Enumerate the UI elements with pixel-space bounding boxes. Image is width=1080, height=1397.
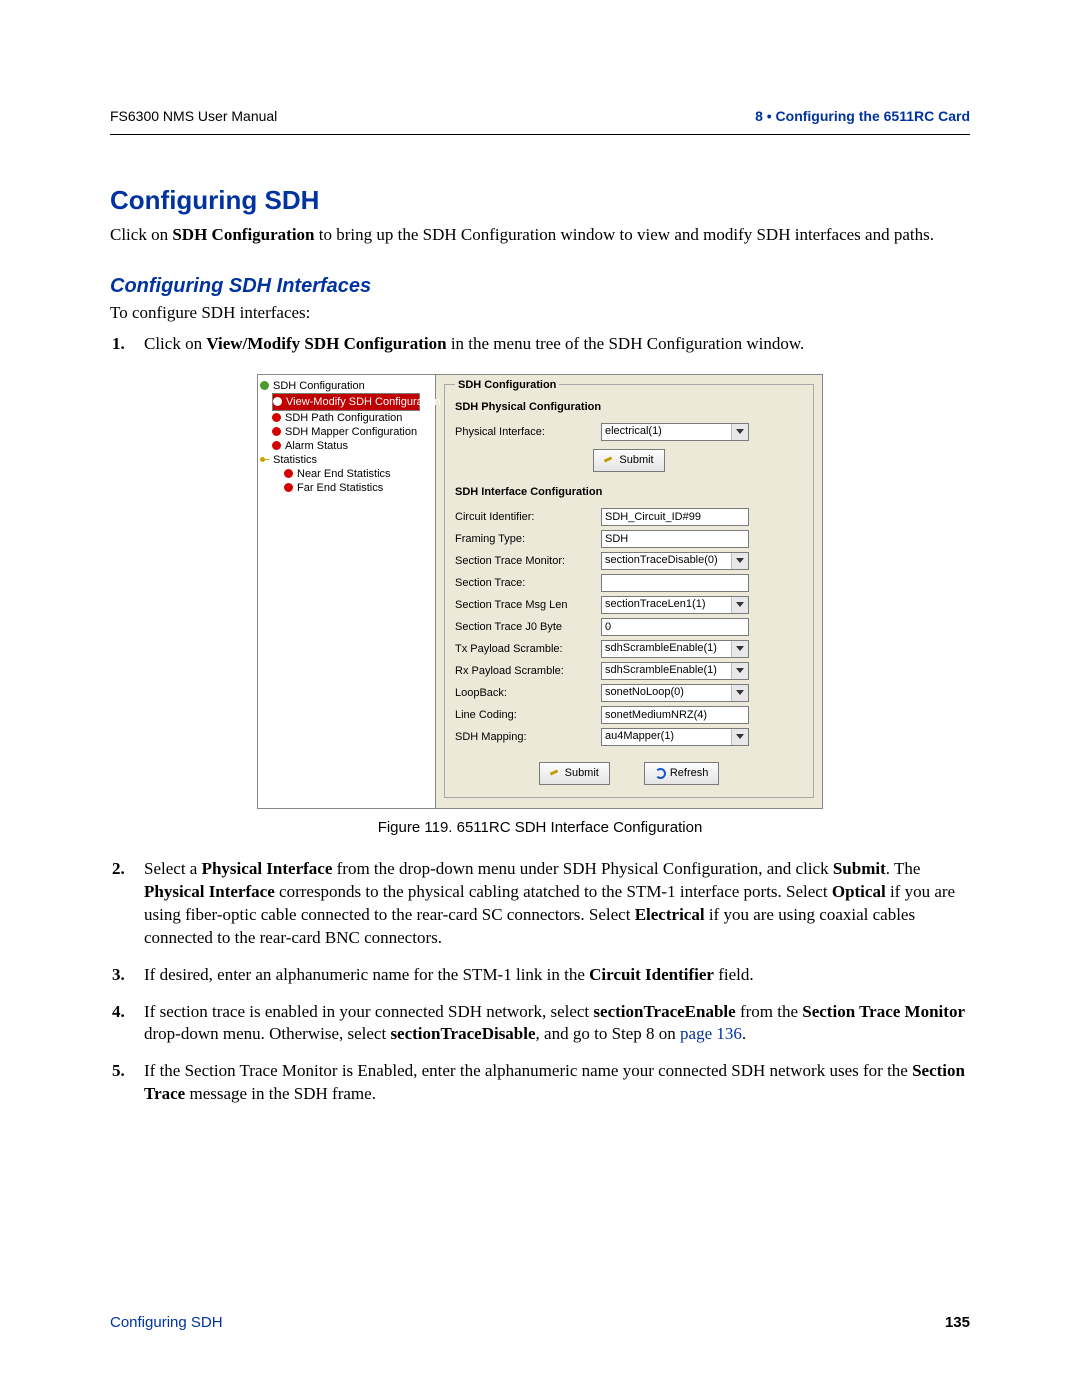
- section-trace-j0-label: Section Trace J0 Byte: [455, 621, 601, 633]
- sdh-config-screenshot: SDH Configuration View-Modify SDH Config…: [257, 374, 823, 809]
- section-trace-label: Section Trace:: [455, 577, 601, 589]
- section-intro: To configure SDH interfaces:: [110, 302, 970, 325]
- section-trace-msg-len-select[interactable]: sectionTraceLen1(1): [601, 596, 749, 614]
- tree-sdh-path[interactable]: SDH Path Configuration: [272, 411, 433, 425]
- phys-interface-label: Physical Interface:: [455, 426, 601, 438]
- tree-alarm-status[interactable]: Alarm Status: [272, 439, 433, 453]
- footer-page-number: 135: [945, 1314, 970, 1331]
- header-rule: [110, 134, 970, 135]
- sdh-mapping-select[interactable]: au4Mapper(1): [601, 728, 749, 746]
- section-trace-monitor-select[interactable]: sectionTraceDisable(0): [601, 552, 749, 570]
- tx-scramble-label: Tx Payload Scramble:: [455, 643, 601, 655]
- loopback-select[interactable]: sonetNoLoop(0): [601, 684, 749, 702]
- dot-icon: [284, 469, 293, 478]
- sdh-mapping-label: SDH Mapping:: [455, 731, 601, 743]
- chevron-down-icon: [731, 641, 748, 657]
- tree-far-end-stats[interactable]: Far End Statistics: [284, 481, 433, 495]
- phys-interface-select[interactable]: electrical(1): [601, 423, 749, 441]
- chevron-down-icon: [731, 424, 748, 440]
- ifc-config-title: SDH Interface Configuration: [455, 486, 803, 498]
- refresh-icon: [655, 768, 666, 779]
- chevron-down-icon: [731, 553, 748, 569]
- chevron-down-icon: [731, 729, 748, 745]
- phys-config-title: SDH Physical Configuration: [455, 401, 803, 413]
- line-coding-label: Line Coding:: [455, 709, 601, 721]
- step-2: 2. Select a Physical Interface from the …: [110, 858, 970, 950]
- line-coding-input[interactable]: [601, 706, 749, 724]
- tree-root[interactable]: SDH Configuration: [260, 379, 433, 393]
- chevron-down-icon: [731, 663, 748, 679]
- dot-icon: [273, 397, 282, 406]
- dot-icon: [260, 381, 269, 390]
- tx-scramble-select[interactable]: sdhScrambleEnable(1): [601, 640, 749, 658]
- rx-scramble-label: Rx Payload Scramble:: [455, 665, 601, 677]
- submit-button[interactable]: Submit: [539, 762, 610, 785]
- dot-icon: [284, 483, 293, 492]
- tree-near-end-stats[interactable]: Near End Statistics: [284, 467, 433, 481]
- nav-tree: SDH Configuration View-Modify SDH Config…: [258, 375, 436, 808]
- tree-view-modify-sdh[interactable]: View-Modify SDH Configuration: [272, 393, 420, 411]
- pen-icon: [604, 455, 615, 466]
- key-icon: [260, 455, 269, 464]
- step-3: 3. If desired, enter an alphanumeric nam…: [110, 964, 970, 987]
- figure-caption: Figure 119. 6511RC SDH Interface Configu…: [110, 819, 970, 836]
- page-title: Configuring SDH: [110, 185, 970, 216]
- header-left: FS6300 NMS User Manual: [110, 108, 277, 124]
- fieldset-legend: SDH Configuration: [455, 379, 559, 391]
- chevron-down-icon: [731, 685, 748, 701]
- step-1: 1. Click on View/Modify SDH Configuratio…: [110, 333, 970, 356]
- step-5: 5. If the Section Trace Monitor is Enabl…: [110, 1060, 970, 1106]
- dot-icon: [272, 413, 281, 422]
- page-link[interactable]: page 136: [680, 1024, 742, 1043]
- refresh-button[interactable]: Refresh: [644, 762, 720, 785]
- chevron-down-icon: [731, 597, 748, 613]
- footer-left: Configuring SDH: [110, 1314, 223, 1331]
- framing-type-input[interactable]: [601, 530, 749, 548]
- dot-icon: [272, 441, 281, 450]
- section-trace-monitor-label: Section Trace Monitor:: [455, 555, 601, 567]
- section-trace-msg-len-label: Section Trace Msg Len: [455, 599, 601, 611]
- tree-sdh-mapper[interactable]: SDH Mapper Configuration: [272, 425, 433, 439]
- section-trace-input[interactable]: [601, 574, 749, 592]
- sdh-config-fieldset: SDH Configuration SDH Physical Configura…: [444, 379, 814, 798]
- loopback-label: LoopBack:: [455, 687, 601, 699]
- framing-type-label: Framing Type:: [455, 533, 601, 545]
- section-title: Configuring SDH Interfaces: [110, 275, 970, 298]
- header-right: 8 • Configuring the 6511RC Card: [755, 108, 970, 124]
- section-trace-j0-input[interactable]: [601, 618, 749, 636]
- phys-submit-button[interactable]: Submit: [593, 449, 664, 472]
- circuit-id-input[interactable]: [601, 508, 749, 526]
- rx-scramble-select[interactable]: sdhScrambleEnable(1): [601, 662, 749, 680]
- pen-icon: [550, 768, 561, 779]
- dot-icon: [272, 427, 281, 436]
- intro-paragraph: Click on SDH Configuration to bring up t…: [110, 224, 970, 247]
- step-4: 4. If section trace is enabled in your c…: [110, 1001, 970, 1047]
- circuit-id-label: Circuit Identifier:: [455, 511, 601, 523]
- tree-statistics[interactable]: Statistics: [260, 453, 433, 467]
